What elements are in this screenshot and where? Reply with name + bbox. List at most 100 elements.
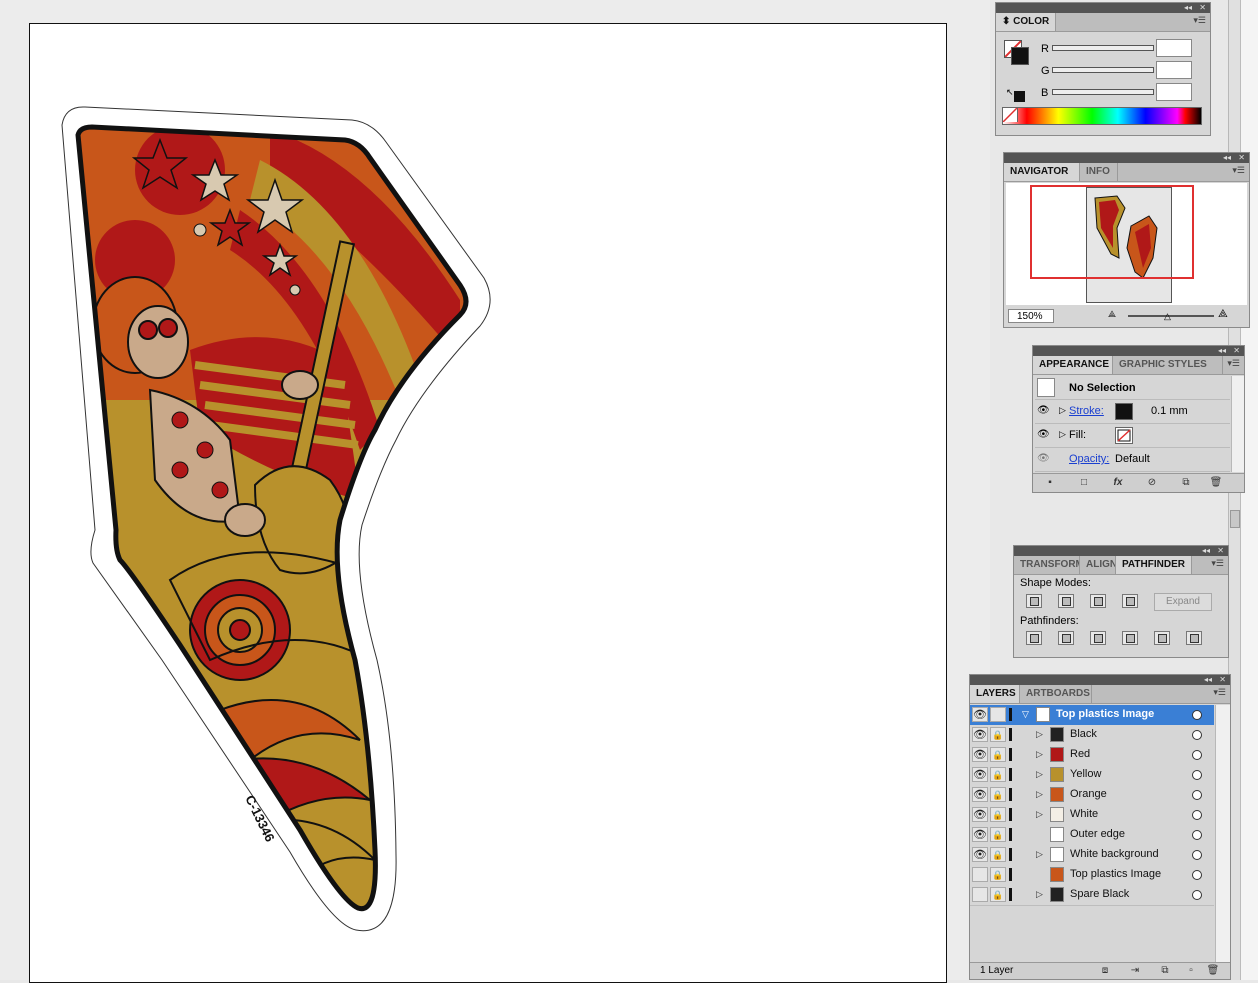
- layer-row[interactable]: 👁 🔒 Outer edge: [970, 825, 1214, 846]
- reduce-icon[interactable]: ⊘: [1145, 477, 1159, 489]
- trim-button[interactable]: [1058, 631, 1074, 645]
- navigator-zoom-field[interactable]: 150%: [1008, 309, 1054, 323]
- dock-scrollbar-thumb[interactable]: [1230, 510, 1240, 528]
- visibility-eye-icon[interactable]: 👁: [972, 767, 988, 782]
- zoom-slider[interactable]: [1128, 315, 1214, 317]
- lock-icon[interactable]: 🔒: [990, 787, 1006, 802]
- layer-name[interactable]: Spare Black: [1070, 888, 1129, 900]
- layer-row[interactable]: 👁 🔒 ▷ Black: [970, 725, 1214, 746]
- clipping-mask-icon[interactable]: ⇥: [1128, 965, 1142, 977]
- target-circle-icon[interactable]: [1192, 770, 1202, 780]
- channel-g-field[interactable]: [1156, 61, 1192, 79]
- panel-menu-icon[interactable]: ▾☰: [1227, 358, 1240, 369]
- unite-button[interactable]: [1026, 594, 1042, 608]
- lock-icon[interactable]: 🔒: [990, 807, 1006, 822]
- intersect-button[interactable]: [1090, 594, 1106, 608]
- expand-triangle-icon[interactable]: ▷: [1036, 889, 1043, 900]
- new-layer-icon[interactable]: ▫: [1184, 965, 1198, 977]
- default-colors-icon[interactable]: [1014, 91, 1025, 102]
- lock-icon[interactable]: 🔒: [990, 847, 1006, 862]
- tab-graphic-styles[interactable]: GRAPHIC STYLES: [1113, 356, 1223, 374]
- color-spectrum[interactable]: [1002, 107, 1202, 125]
- zoom-in-icon[interactable]: ⟁: [1218, 308, 1228, 321]
- minus-back-button[interactable]: [1186, 631, 1202, 645]
- visibility-eye-icon[interactable]: 👁: [972, 847, 988, 862]
- layer-row[interactable]: 🔒 Top plastics Image: [970, 865, 1214, 886]
- target-circle-icon[interactable]: [1192, 750, 1202, 760]
- tab-appearance[interactable]: APPEARANCE: [1033, 356, 1113, 374]
- lock-toggle[interactable]: [990, 707, 1006, 722]
- lock-icon[interactable]: 🔒: [990, 747, 1006, 762]
- exclude-button[interactable]: [1122, 594, 1138, 608]
- expand-triangle-icon[interactable]: ▷: [1036, 749, 1043, 760]
- visibility-eye-icon[interactable]: 👁: [972, 787, 988, 802]
- tab-pathfinder[interactable]: PATHFINDER: [1116, 556, 1192, 574]
- lock-icon[interactable]: 🔒: [990, 867, 1006, 882]
- visibility-eye-icon[interactable]: 👁: [972, 807, 988, 822]
- target-circle-icon[interactable]: [1192, 890, 1202, 900]
- visibility-eye-icon[interactable]: 👁: [972, 707, 988, 722]
- panel-menu-icon[interactable]: ▾☰: [1213, 687, 1226, 698]
- zoom-out-icon[interactable]: ⟁: [1108, 309, 1116, 320]
- tab-navigator[interactable]: NAVIGATOR: [1004, 163, 1080, 181]
- layer-row[interactable]: 👁 🔒 ▷ Red: [970, 745, 1214, 766]
- expand-triangle-icon[interactable]: ▷: [1036, 789, 1043, 800]
- outline-button[interactable]: [1154, 631, 1170, 645]
- collapse-icon[interactable]: ◂◂: [1218, 346, 1226, 356]
- visibility-eye-icon[interactable]: 👁: [1037, 453, 1050, 464]
- target-circle-icon[interactable]: [1192, 870, 1202, 880]
- layer-row[interactable]: 👁 ▽ Top plastics Image: [970, 705, 1214, 726]
- stroke-swatch[interactable]: [1011, 47, 1029, 65]
- visibility-toggle[interactable]: [972, 867, 988, 882]
- visibility-eye-icon[interactable]: 👁: [972, 747, 988, 762]
- zoom-slider-thumb[interactable]: △: [1164, 311, 1171, 322]
- clear-icon[interactable]: □: [1077, 477, 1091, 489]
- target-circle-icon[interactable]: [1192, 790, 1202, 800]
- duplicate-icon[interactable]: ⧉: [1179, 477, 1193, 489]
- channel-b-field[interactable]: [1156, 83, 1192, 101]
- crop-button[interactable]: [1122, 631, 1138, 645]
- divide-button[interactable]: [1026, 631, 1042, 645]
- collapse-icon[interactable]: ◂◂: [1223, 153, 1231, 163]
- layer-name[interactable]: Top plastics Image: [1056, 708, 1154, 720]
- collapse-icon[interactable]: ◂◂: [1204, 675, 1212, 685]
- layer-row[interactable]: 🔒 ▷ Spare Black: [970, 885, 1214, 906]
- layer-name[interactable]: White: [1070, 808, 1098, 820]
- target-circle-icon[interactable]: [1192, 810, 1202, 820]
- close-icon[interactable]: ✕: [1233, 346, 1240, 356]
- visibility-eye-icon[interactable]: 👁: [1037, 405, 1050, 416]
- close-icon[interactable]: ✕: [1199, 3, 1206, 13]
- target-circle-icon[interactable]: [1192, 830, 1202, 840]
- merge-button[interactable]: [1090, 631, 1106, 645]
- fill-swatch[interactable]: [1115, 427, 1133, 444]
- expand-button[interactable]: Expand: [1154, 593, 1212, 611]
- collapse-triangle-icon[interactable]: ▽: [1022, 709, 1029, 720]
- expand-triangle-icon[interactable]: ▷: [1036, 729, 1043, 740]
- opacity-link[interactable]: Opacity:: [1069, 453, 1109, 465]
- expand-triangle-icon[interactable]: ▷: [1059, 429, 1066, 440]
- close-icon[interactable]: ✕: [1219, 675, 1226, 685]
- layer-row[interactable]: 👁 🔒 ▷ White: [970, 805, 1214, 826]
- lock-icon[interactable]: 🔒: [990, 727, 1006, 742]
- layer-name[interactable]: Top plastics Image: [1070, 868, 1161, 880]
- collapse-icon[interactable]: ◂◂: [1202, 546, 1210, 556]
- panel-menu-icon[interactable]: ▾☰: [1211, 558, 1224, 569]
- sticker-artwork[interactable]: C-13346: [40, 100, 500, 940]
- layer-name[interactable]: Outer edge: [1070, 828, 1125, 840]
- layer-row[interactable]: 👁 🔒 ▷ Orange: [970, 785, 1214, 806]
- new-sublayer-icon[interactable]: ⧉: [1158, 965, 1172, 977]
- minus-front-button[interactable]: [1058, 594, 1074, 608]
- lock-icon[interactable]: 🔒: [990, 827, 1006, 842]
- appearance-opacity-row[interactable]: 👁 Opacity: Default: [1035, 448, 1230, 472]
- channel-r-slider[interactable]: [1052, 45, 1154, 51]
- lock-icon[interactable]: 🔒: [990, 767, 1006, 782]
- expand-triangle-icon[interactable]: ▷: [1059, 405, 1066, 416]
- locate-object-icon[interactable]: ⧈: [1098, 965, 1112, 977]
- tab-layers[interactable]: LAYERS: [970, 685, 1020, 703]
- appearance-stroke-row[interactable]: 👁 ▷ Stroke: 0.1 mm: [1035, 400, 1230, 424]
- close-icon[interactable]: ✕: [1217, 546, 1224, 556]
- layers-scrollbar[interactable]: [1215, 705, 1230, 965]
- layer-name[interactable]: Red: [1070, 748, 1090, 760]
- panel-menu-icon[interactable]: ▾☰: [1193, 15, 1206, 26]
- target-circle-icon[interactable]: [1192, 730, 1202, 740]
